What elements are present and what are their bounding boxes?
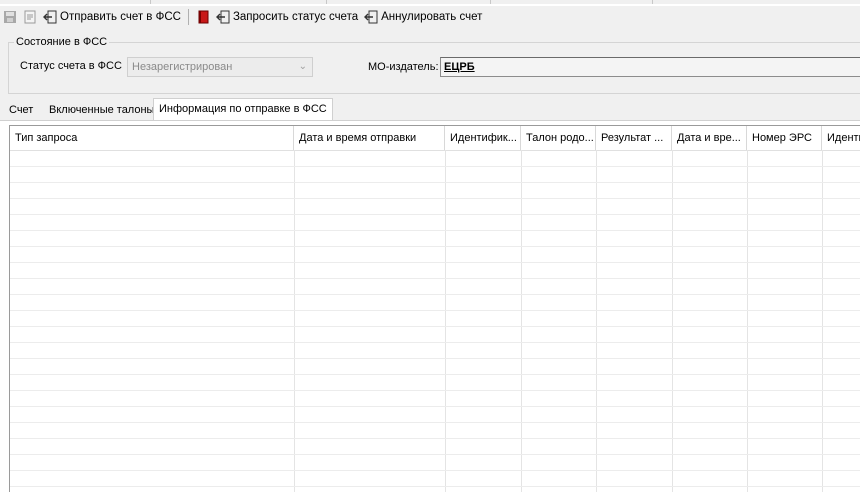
grid-row-line <box>10 422 860 423</box>
window-top-strip <box>0 0 860 4</box>
grid-row-line <box>10 406 860 407</box>
grid-column-line <box>294 150 295 492</box>
request-status-label: Запросить статус счета <box>232 11 359 23</box>
fss-state-title: Состояние в ФСС <box>14 36 110 48</box>
grid-row-line <box>10 358 860 359</box>
grid-row-line <box>10 390 860 391</box>
grid-row-line <box>10 278 860 279</box>
issuer-label: МО-издатель: <box>368 61 439 73</box>
save-button[interactable] <box>0 7 20 27</box>
grid-column-line <box>521 150 522 492</box>
grid-column-line <box>672 150 673 492</box>
red-book-button[interactable] <box>193 7 213 27</box>
tab-invoice[interactable]: Счет <box>4 102 38 119</box>
column-header-birth-coupon[interactable]: Талон родо... <box>521 126 596 150</box>
column-header-identifier[interactable]: Идентифик... <box>445 126 521 150</box>
grid-row-line <box>10 230 860 231</box>
grid-row-line <box>10 438 860 439</box>
invoice-status-combo[interactable]: Незарегистрирован ⌄ <box>127 57 313 77</box>
grid-row-line <box>10 246 860 247</box>
document-button[interactable] <box>20 7 40 27</box>
red-book-icon <box>196 10 210 24</box>
grid-row-line <box>10 198 860 199</box>
grid-row-line <box>10 294 860 295</box>
grid-column-line <box>747 150 748 492</box>
grid-row-line <box>10 262 860 263</box>
grid-row-line <box>10 310 860 311</box>
column-header-result[interactable]: Результат ... <box>596 126 672 150</box>
grid-row-line <box>10 166 860 167</box>
invoice-status-value: Незарегистрирован <box>132 61 233 73</box>
annul-invoice-button[interactable]: Аннулировать счет <box>361 7 485 27</box>
tab-panel-border <box>0 120 860 121</box>
tab-fss-send-info[interactable]: Информация по отправке в ФСС <box>153 98 333 120</box>
column-header-datetime[interactable]: Дата и вре... <box>672 126 747 150</box>
arrow-left-exit-icon <box>364 10 378 24</box>
column-header-request-type[interactable]: Тип запроса <box>10 126 294 150</box>
tab-included-coupons[interactable]: Включенные талоны <box>44 102 159 119</box>
request-status-button[interactable]: Запросить статус счета <box>213 7 361 27</box>
arrow-left-exit-icon <box>43 10 57 24</box>
annul-invoice-label: Аннулировать счет <box>381 11 483 23</box>
chevron-down-icon: ⌄ <box>298 61 307 72</box>
document-icon <box>23 10 37 24</box>
grid-row-line <box>10 326 860 327</box>
column-header-identifier-2[interactable]: Идентиф <box>822 126 860 150</box>
grid-row-line <box>10 470 860 471</box>
toolbar-separator <box>187 9 189 25</box>
tab-strip: Счет Включенные талоны Информация по отп… <box>0 98 860 120</box>
grid-column-line <box>822 150 823 492</box>
column-header-ers-number[interactable]: Номер ЭРС <box>747 126 822 150</box>
grid-row-line <box>10 454 860 455</box>
invoice-status-label: Статус счета в ФСС <box>20 60 122 72</box>
grid-row-line <box>10 342 860 343</box>
grid-header-row: Тип запроса Дата и время отправки Иденти… <box>10 126 860 151</box>
grid-row-line <box>10 182 860 183</box>
column-header-send-datetime[interactable]: Дата и время отправки <box>294 126 445 150</box>
arrow-left-exit-icon <box>215 10 230 24</box>
send-to-fss-button[interactable]: Отправить счет в ФСС <box>40 7 184 27</box>
toolbar: Отправить счет в ФСС Запросить статус сч… <box>0 6 860 28</box>
fss-requests-grid[interactable]: Тип запроса Дата и время отправки Иденти… <box>9 125 860 492</box>
grid-row-line <box>10 214 860 215</box>
send-to-fss-label: Отправить счет в ФСС <box>60 11 181 23</box>
issuer-field[interactable]: ЕЦРБ <box>440 57 860 77</box>
grid-row-line <box>10 486 860 487</box>
grid-column-line <box>445 150 446 492</box>
floppy-disk-icon <box>3 10 17 24</box>
grid-row-line <box>10 374 860 375</box>
grid-column-line <box>596 150 597 492</box>
